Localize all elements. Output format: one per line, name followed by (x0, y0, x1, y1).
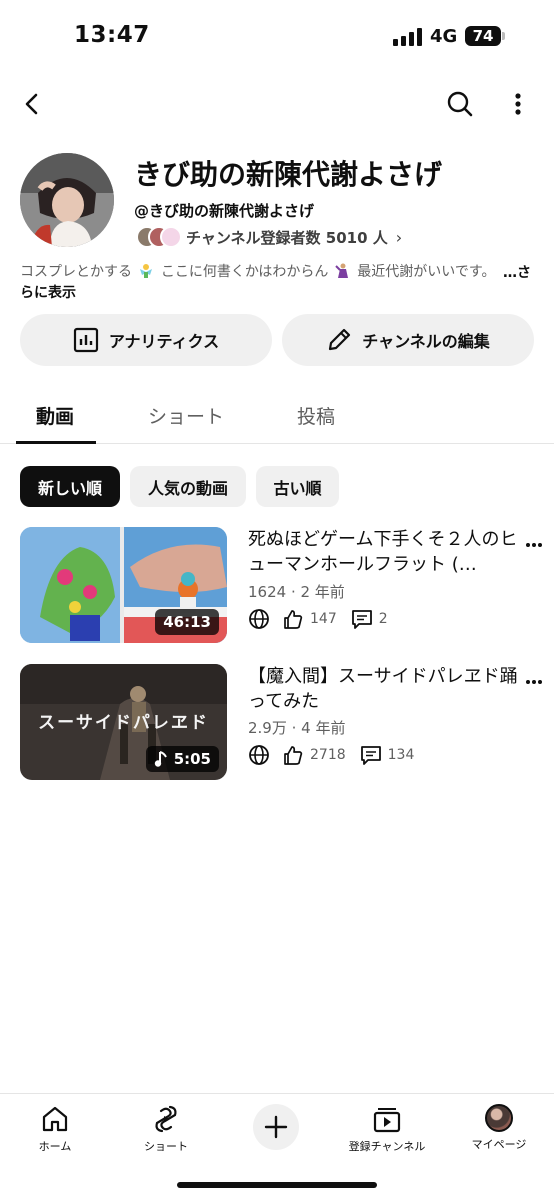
channel-description[interactable]: コスプレとかする ここに何書くかはわからん 最近代謝がいいです。 (20, 262, 534, 282)
nav-subscriptions-label: 登録チャンネル (348, 1140, 426, 1153)
search-button[interactable] (442, 86, 478, 122)
nav-home[interactable]: ホーム (5, 1104, 105, 1154)
nav-my-page-label: マイページ (471, 1138, 527, 1151)
like-icon (282, 608, 304, 630)
video-more-button[interactable] (522, 670, 546, 694)
nav-my-page[interactable]: マイページ (449, 1104, 549, 1152)
video-stats: 147 2 (248, 606, 388, 632)
subscriber-avatars (136, 226, 182, 248)
channel-tabs: 動画 ショート 投稿 (0, 386, 554, 444)
channel-avatar[interactable] (20, 153, 114, 247)
description-text-2: ここに何書くかはわからん (160, 264, 329, 280)
more-horiz-icon (526, 680, 542, 684)
analytics-button[interactable]: アナリティクス (20, 314, 272, 366)
shorts-icon (155, 1105, 177, 1133)
dancer-emoji-icon (335, 263, 348, 278)
battery-level: 74 (472, 27, 494, 45)
subscriber-count: チャンネル登録者数 5010 人 (186, 228, 388, 247)
comment-icon (360, 744, 382, 766)
duration-text: 46:13 (163, 613, 211, 631)
tab-videos[interactable]: 動画 (36, 402, 74, 429)
battery-tip (502, 32, 505, 40)
chip-popular[interactable]: 人気の動画 (130, 466, 246, 507)
video-more-button[interactable] (522, 533, 546, 557)
like-count: 147 (310, 611, 337, 627)
show-more-link-b[interactable]: らに表示 (20, 282, 76, 302)
show-more-link-a[interactable]: …さ (503, 262, 531, 282)
thumbnail-overlay-text: スーサイドパレヱド (38, 713, 209, 733)
status-bar: 13:47 4G 74 (0, 0, 554, 72)
video-duration: 5:05 (145, 746, 219, 772)
video-title[interactable]: 【魔入間】スーサイドパレヱド踊ってみた (248, 664, 518, 714)
subscriptions-icon (373, 1108, 401, 1133)
nav-shorts-label: ショート (144, 1140, 188, 1153)
duration-text: 5:05 (173, 750, 211, 768)
channel-handle: @きび助の新陳代謝よさげ (134, 202, 315, 220)
video-duration: 46:13 (155, 609, 219, 635)
comment-icon (351, 608, 373, 630)
chip-newest[interactable]: 新しい順 (20, 466, 120, 507)
music-note-icon (154, 751, 167, 767)
tab-shorts[interactable]: ショート (148, 402, 224, 429)
pencil-icon (329, 328, 351, 351)
channel-name: きび助の新陳代謝よさげ (134, 158, 443, 191)
edit-channel-button[interactable]: チャンネルの編集 (282, 314, 534, 366)
battery-icon: 74 (465, 26, 501, 46)
analytics-label: アナリティクス (108, 332, 220, 351)
signal-icon (393, 28, 422, 46)
nav-home-label: ホーム (38, 1140, 72, 1153)
video-item[interactable]: スーサイドパレヱド 5:05 【魔入間】スーサイドパレヱド踊ってみた 2.9万 … (0, 664, 554, 782)
nav-shorts[interactable]: ショート (116, 1104, 216, 1154)
description-text-1: コスプレとかする (20, 264, 132, 280)
video-thumbnail[interactable]: 46:13 (20, 527, 227, 643)
like-icon (282, 744, 304, 766)
plus-icon (264, 1115, 288, 1139)
description-text-3: 最近代謝がいいです。 (357, 264, 496, 280)
video-title[interactable]: 死ぬほどゲーム下手くそ２人のヒューマンホールフラット (… (248, 527, 518, 577)
subscriber-row[interactable]: チャンネル登録者数 5010 人 › (136, 225, 402, 249)
nav-subscriptions[interactable]: 登録チャンネル (337, 1104, 437, 1154)
comment-count: 2 (378, 611, 388, 627)
video-item[interactable]: 46:13 死ぬほどゲーム下手くそ２人のヒューマンホールフラット (… 1624… (0, 527, 554, 645)
more-vert-icon (515, 93, 521, 115)
more-options-button[interactable] (500, 86, 536, 122)
edit-channel-label: チャンネルの編集 (362, 332, 490, 351)
home-icon (42, 1106, 68, 1132)
video-stats: 2718 134 (248, 742, 414, 768)
globe-icon (248, 744, 270, 766)
comment-count: 134 (387, 747, 415, 763)
status-time: 13:47 (74, 22, 150, 48)
more-horiz-icon (526, 543, 542, 547)
create-button[interactable] (253, 1104, 299, 1150)
search-icon (447, 91, 473, 117)
avatar-icon (485, 1104, 513, 1132)
back-arrow-icon (25, 93, 38, 115)
like-count: 2718 (310, 747, 346, 763)
back-button[interactable] (14, 86, 50, 122)
chip-oldest[interactable]: 古い順 (256, 466, 339, 507)
video-thumbnail[interactable]: スーサイドパレヱド 5:05 (20, 664, 227, 780)
video-meta: 2.9万 · 4 年前 (248, 719, 346, 737)
analytics-icon (73, 327, 98, 353)
home-indicator (177, 1182, 377, 1188)
tab-posts[interactable]: 投稿 (297, 402, 335, 429)
network-type: 4G (430, 26, 458, 47)
chevron-right-icon: › (395, 227, 403, 247)
fairy-emoji-icon (140, 264, 153, 278)
globe-icon (248, 608, 270, 630)
video-meta: 1624 · 2 年前 (248, 583, 345, 601)
avatar-image (20, 153, 114, 247)
tab-indicator (16, 441, 96, 444)
